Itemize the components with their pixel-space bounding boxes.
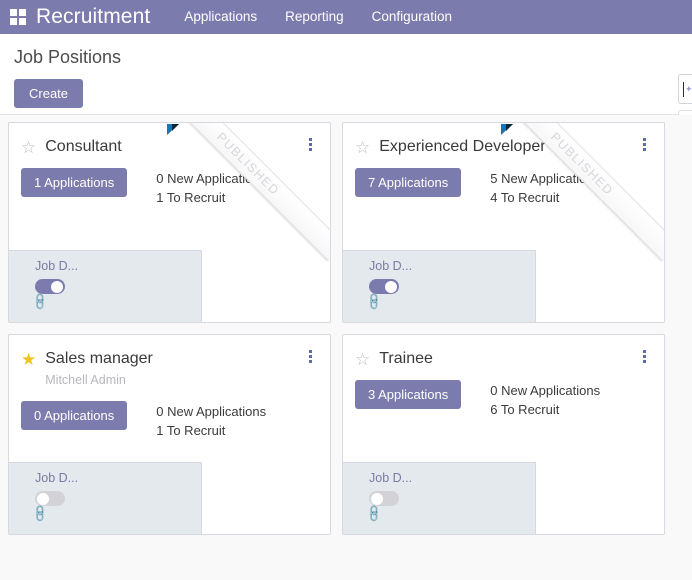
card-header: ☆ Experienced Developer (343, 123, 664, 157)
card-stats: 0 New Applications 1 To Recruit (156, 401, 266, 440)
vertical-dots-icon[interactable] (636, 138, 652, 153)
card-body: 0 Applications 0 New Applications 1 To R… (9, 401, 330, 440)
nav-item-configuration[interactable]: Configuration (372, 0, 452, 34)
card-header: ☆ Trainee (343, 335, 664, 369)
card-footer: Job D... 🔗 (343, 250, 536, 322)
link-icon[interactable]: 🔗 (30, 291, 50, 311)
top-navbar: Recruitment Applications Reporting Confi… (0, 0, 692, 34)
kanban-card-consultant[interactable]: PUBLISHED ☆ Consultant 1 Applications 0 … (8, 122, 331, 323)
kanban-row-2: ★ Sales manager Mitchell Admin 0 Applica… (8, 334, 684, 535)
toggle-knob (385, 280, 397, 293)
card-footer: Job D... 🔗 (9, 250, 202, 322)
applications-button[interactable]: 0 Applications (21, 401, 128, 430)
search-input[interactable]: ✦ (678, 74, 692, 104)
to-recruit-stat[interactable]: 6 To Recruit (490, 400, 600, 419)
card-header: ☆ Consultant (9, 123, 330, 157)
vertical-dots-icon[interactable] (302, 350, 318, 365)
page-title: Job Positions (14, 47, 122, 67)
card-footer: Job D... 🔗 (9, 462, 202, 534)
apps-grid-icon[interactable] (10, 9, 26, 25)
create-button[interactable]: Create (14, 79, 84, 108)
card-titles: Consultant (45, 136, 302, 157)
app-brand-title: Recruitment (36, 5, 151, 28)
search-caret (683, 81, 684, 97)
star-icon[interactable]: ☆ (355, 351, 370, 368)
toggle-knob (37, 492, 49, 505)
star-icon[interactable]: ☆ (355, 139, 370, 156)
card-stats: 0 New Applications 6 To Recruit (490, 380, 600, 419)
card-title: Trainee (379, 350, 433, 367)
to-recruit-stat[interactable]: 4 To Recruit (490, 188, 600, 207)
link-icon[interactable]: 🔗 (364, 291, 384, 311)
card-body: 7 Applications 5 New Applications 4 To R… (343, 168, 664, 207)
card-titles: Experienced Developer (379, 136, 636, 157)
job-description-label: Job D... (369, 259, 413, 273)
kanban-card-experienced-developer[interactable]: PUBLISHED ☆ Experienced Developer 7 Appl… (342, 122, 665, 323)
card-title: Experienced Developer (379, 138, 546, 155)
card-body: 1 Applications 0 New Applications 1 To R… (9, 168, 330, 207)
new-applications-stat[interactable]: 0 New Applications (490, 381, 600, 400)
card-title: Consultant (45, 138, 122, 155)
star-icon[interactable]: ★ (21, 351, 36, 368)
job-description-label: Job D... (35, 471, 79, 485)
card-manager: Mitchell Admin (45, 373, 126, 387)
applications-button[interactable]: 3 Applications (355, 380, 462, 409)
control-panel: Job Positions Create ✦ (0, 34, 692, 142)
card-body: 3 Applications 0 New Applications 6 To R… (343, 380, 664, 419)
toggle-knob (371, 492, 383, 505)
link-icon[interactable]: 🔗 (30, 503, 50, 523)
applications-button[interactable]: 7 Applications (355, 168, 462, 197)
applications-button[interactable]: 1 Applications (21, 168, 128, 197)
to-recruit-stat[interactable]: 1 To Recruit (156, 421, 266, 440)
link-icon[interactable]: 🔗 (364, 503, 384, 523)
kanban-row-1: PUBLISHED ☆ Consultant 1 Applications 0 … (8, 122, 684, 323)
kanban-card-sales-manager[interactable]: ★ Sales manager Mitchell Admin 0 Applica… (8, 334, 331, 535)
new-applications-stat[interactable]: 0 New Applications (156, 402, 266, 421)
nav-item-reporting[interactable]: Reporting (285, 0, 344, 34)
job-description-label: Job D... (35, 259, 79, 273)
card-stats: 0 New Applications 1 To Recruit (156, 168, 266, 207)
card-titles: Sales manager Mitchell Admin (45, 348, 302, 390)
card-stats: 5 New Applications 4 To Recruit (490, 168, 600, 207)
vertical-dots-icon[interactable] (636, 350, 652, 365)
new-applications-stat[interactable]: 0 New Applications (156, 169, 266, 188)
card-title: Sales manager (45, 350, 153, 367)
kanban-view: PUBLISHED ☆ Consultant 1 Applications 0 … (0, 115, 692, 580)
kanban-card-trainee[interactable]: ☆ Trainee 3 Applications 0 New Applicati… (342, 334, 665, 535)
search-icon: ✦ (685, 83, 692, 94)
toggle-knob (51, 280, 63, 293)
job-description-label: Job D... (369, 471, 413, 485)
star-icon[interactable]: ☆ (21, 139, 36, 156)
card-footer: Job D... 🔗 (343, 462, 536, 534)
navbar-menu: Applications Reporting Configuration (184, 0, 452, 34)
card-header: ★ Sales manager Mitchell Admin (9, 335, 330, 390)
vertical-dots-icon[interactable] (302, 138, 318, 153)
nav-item-applications[interactable]: Applications (184, 0, 257, 34)
card-titles: Trainee (379, 348, 636, 369)
to-recruit-stat[interactable]: 1 To Recruit (156, 188, 266, 207)
new-applications-stat[interactable]: 5 New Applications (490, 169, 600, 188)
